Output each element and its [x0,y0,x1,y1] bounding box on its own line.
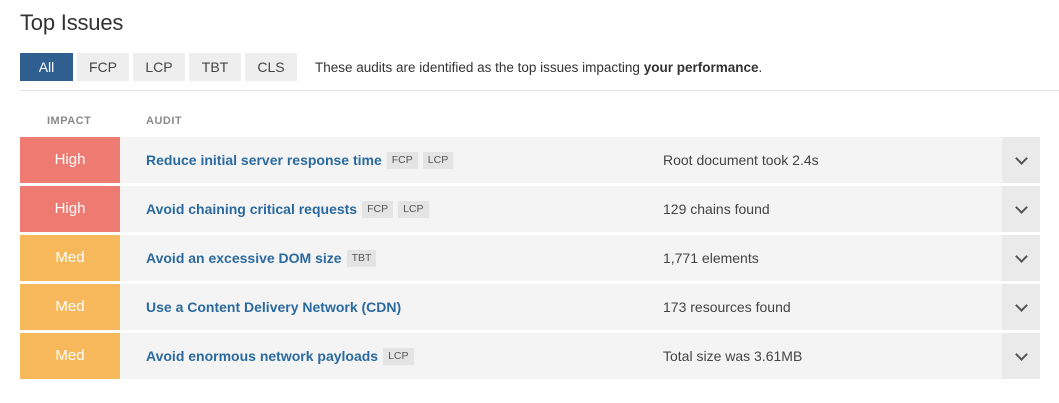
chevron-down-icon [1014,298,1028,312]
audit-cell: Reduce initial server response time FCP … [120,151,663,169]
expand-button[interactable] [1002,235,1040,281]
issues-table: High Reduce initial server response time… [20,137,1040,382]
impact-badge: High [20,186,120,232]
metric-tag: LCP [422,151,454,169]
audit-result: Total size was 3.61MB [663,348,803,364]
metric-tag: LCP [383,347,414,365]
filter-cls[interactable]: CLS [245,53,297,81]
table-row[interactable]: High Avoid chaining critical requests FC… [20,186,1040,232]
table-row[interactable]: Med Use a Content Delivery Network (CDN)… [20,284,1040,330]
chevron-down-icon [1014,200,1028,214]
metric-tag: FCP [386,151,418,169]
impact-badge: Med [20,333,120,379]
top-issues-panel: Top Issues All FCP LCP TBT CLS These aud… [0,0,1059,403]
chevron-down-icon [1014,347,1028,361]
page-title: Top Issues [20,10,124,35]
filter-description-suffix: . [758,59,763,75]
audit-result: 129 chains found [663,201,770,217]
audit-link[interactable]: Avoid an excessive DOM size [146,250,342,266]
chevron-down-icon [1014,249,1028,263]
audit-link[interactable]: Reduce initial server response time [146,152,382,168]
audit-link[interactable]: Avoid enormous network payloads [146,348,378,364]
filter-all[interactable]: All [20,53,73,81]
audit-cell: Avoid chaining critical requests FCP LCP [120,200,663,218]
filter-description: These audits are identified as the top i… [315,60,762,75]
audit-link[interactable]: Use a Content Delivery Network (CDN) [146,299,401,315]
expand-button[interactable] [1002,186,1040,232]
audit-result: Root document took 2.4s [663,152,819,168]
audit-cell: Avoid enormous network payloads LCP [120,347,663,365]
audit-cell: Use a Content Delivery Network (CDN) [120,299,663,315]
table-row[interactable]: Med Avoid an excessive DOM size TBT 1,77… [20,235,1040,281]
header-divider [20,90,1059,91]
metric-tag: TBT [346,249,377,267]
column-header-impact: IMPACT [47,115,92,127]
filter-description-prefix: These audits are identified as the top i… [315,59,644,75]
filter-tbt[interactable]: TBT [189,53,241,81]
table-row[interactable]: High Reduce initial server response time… [20,137,1040,183]
filter-description-bold: your performance [643,59,759,75]
impact-badge: Med [20,284,120,330]
audit-result: 1,771 elements [663,250,759,266]
impact-badge: High [20,137,120,183]
metric-tag: FCP [362,200,394,218]
expand-button[interactable] [1002,333,1040,379]
audit-result: 173 resources found [663,299,791,315]
filter-lcp[interactable]: LCP [133,53,185,81]
expand-button[interactable] [1002,137,1040,183]
audit-cell: Avoid an excessive DOM size TBT [120,249,663,267]
filter-bar: All FCP LCP TBT CLS These audits are ide… [20,53,762,81]
metric-tag: LCP [398,200,429,218]
chevron-down-icon [1014,151,1028,165]
audit-link[interactable]: Avoid chaining critical requests [146,201,357,217]
table-row[interactable]: Med Avoid enormous network payloads LCP … [20,333,1040,379]
impact-badge: Med [20,235,120,281]
expand-button[interactable] [1002,284,1040,330]
column-header-audit: AUDIT [146,115,183,127]
filter-fcp[interactable]: FCP [77,53,129,81]
